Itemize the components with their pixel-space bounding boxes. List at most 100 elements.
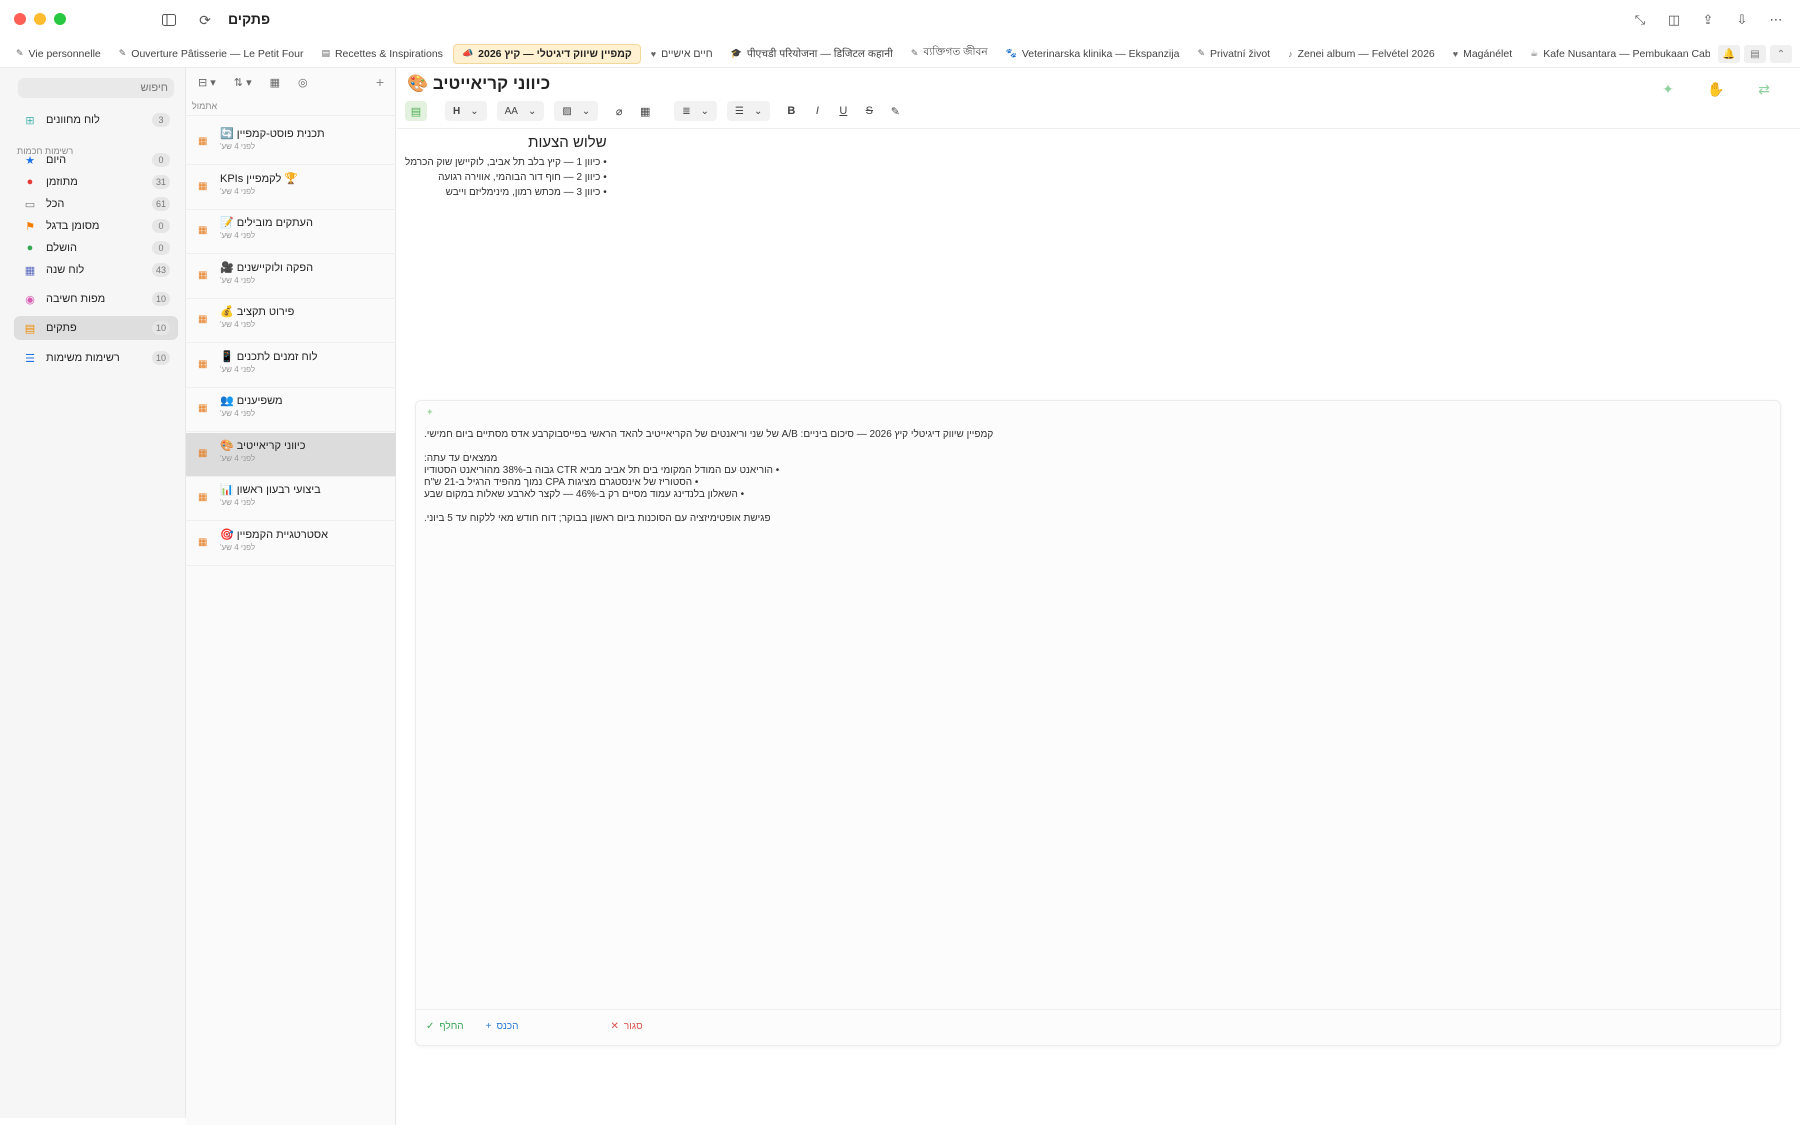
note-timestamp: לפני 4 שע'	[220, 142, 256, 151]
highlighter-icon[interactable]: ✎	[884, 101, 906, 121]
select-check-icon[interactable]: ◎	[298, 76, 308, 89]
align-dropdown[interactable]: ≣ ⌄	[674, 101, 717, 121]
add-note-icon[interactable]: +	[376, 74, 384, 90]
heading-dropdown[interactable]: H ⌄	[445, 101, 487, 121]
ai-line: פגישת אופטימיזציה עם הסוכנות ביום ראשון …	[424, 513, 771, 524]
sort-icon[interactable]: ⇅ ▾	[234, 76, 252, 89]
sidebar-item-0[interactable]: ⊞ לוח מחוונים 3	[14, 108, 178, 132]
tab-4[interactable]: ♥ חיים אישיים	[643, 45, 721, 63]
table-icon[interactable]: ▦	[634, 101, 656, 121]
tab-5[interactable]: 🎓 पीएचडी परियोजना — डिजिटल कहानी	[723, 44, 901, 64]
split-view-icon[interactable]: ◫	[1664, 10, 1684, 30]
sidebar-item-2[interactable]: ● מתוזמן 31	[14, 170, 178, 194]
ai-tools: ✦ ✋ ⇄	[1646, 76, 1786, 102]
note-list-item[interactable]: ▦ משפיענים 👥 לפני 4 שע'	[186, 388, 396, 432]
sync-icon[interactable]: ⟳	[194, 10, 216, 30]
tab-icon: ☕	[1530, 48, 1539, 58]
underline-icon[interactable]: U	[832, 101, 854, 121]
download-icon[interactable]: ⇩	[1732, 10, 1752, 30]
sidebar-item-8[interactable]: ▤ פתקים 10	[14, 316, 178, 340]
hand-icon[interactable]: ✋	[1694, 76, 1738, 102]
fullscreen-icon[interactable]: ⤡	[1630, 10, 1650, 30]
share-icon[interactable]: ⇪	[1698, 10, 1718, 30]
note-list-item[interactable]: ▦ אסטרטגיית הקמפיין 🎯 לפני 4 שע'	[186, 522, 396, 566]
sidebar-item-label: פתקים	[46, 322, 77, 334]
tab-label: पीएचडी परियोजना — डिजिटल कहानी	[746, 47, 893, 60]
insert-button[interactable]: + הכנס	[486, 1021, 519, 1032]
minimize-window-button[interactable]	[34, 13, 46, 25]
title-bar: ⟳ פתקים ⤡ ◫ ⇪ ⇩ ⋯	[0, 0, 1800, 40]
tab-overview-icon[interactable]: ▤	[1744, 45, 1766, 63]
close-button[interactable]: ✕ סגור	[611, 1021, 643, 1032]
image-dropdown[interactable]: ▨ ⌄	[554, 101, 599, 121]
sidebar-item-9[interactable]: ☰ רשימות משימות 10	[14, 346, 178, 370]
note-list-item[interactable]: ▦ הפקה ולוקיישנים 🎥 לפני 4 שע'	[186, 255, 396, 299]
traffic-lights	[14, 13, 66, 25]
font-size-dropdown[interactable]: AA ⌄	[496, 101, 545, 121]
more-menu-icon[interactable]: ⋯	[1766, 10, 1786, 30]
italic-icon[interactable]: I	[806, 101, 828, 121]
note-list-item[interactable]: ▦ לוח זמנים לתכנים 📱 לפני 4 שע'	[186, 344, 396, 388]
tab-8[interactable]: ✎ Privatní život	[1189, 45, 1278, 63]
sidebar-item-icon: ●	[26, 176, 34, 188]
tab-9[interactable]: ♪ Zenei album — Felvétel 2026	[1280, 45, 1443, 63]
sidebar-item-7[interactable]: ◉ מפות חשיבה 10	[14, 287, 178, 311]
note-calendar-icon: ▦	[198, 225, 208, 236]
note-list-item[interactable]: ▦ פירוט תקציב 💰 לפני 4 שע'	[186, 299, 396, 343]
note-title[interactable]: כיווני קריאייטיב 🎨	[407, 74, 550, 94]
note-list-item[interactable]: ▦ כיווני קריאייטיב 🎨 לפני 4 שע'	[186, 432, 396, 477]
group-icon[interactable]: ▦	[270, 76, 280, 89]
sparkle-icon[interactable]: ✦	[1646, 76, 1690, 102]
note-calendar-icon: ▦	[198, 314, 208, 325]
sidebar-item-4[interactable]: ⚑ מסומן בדגל 0	[14, 214, 178, 238]
note-list-item[interactable]: ▦ תכנית פוסט-קמפיין 🔄 לפני 4 שע'	[186, 121, 396, 165]
ai-line: • הוריאנט עם המודל המקומי בים תל אביב מב…	[424, 465, 780, 476]
note-list-item[interactable]: ▦ העתקים מובילים 📝 לפני 4 שע'	[186, 210, 396, 254]
bold-icon[interactable]: B	[780, 101, 802, 121]
note-timestamp: לפני 4 שע'	[220, 453, 256, 463]
tab-7[interactable]: 🐾 Veterinarska klinika — Ekspanzija	[998, 45, 1188, 63]
tab-3[interactable]: 📣 קמפיין שיווק דיגיטלי — קיץ 2026	[452, 43, 641, 64]
note-calendar-icon: ▦	[198, 447, 208, 459]
note-list-item[interactable]: ▦ ביצועי רבעון ראשון 📊 לפני 4 שע'	[186, 477, 396, 521]
replace-button[interactable]: ✓ החלף	[426, 1021, 464, 1032]
translate-icon[interactable]: ⇄	[1742, 76, 1786, 102]
tab-0[interactable]: ✎ Vie personnelle	[8, 45, 109, 63]
chevron-up-icon[interactable]: ⌃	[1770, 45, 1792, 63]
tab-10[interactable]: ♥ Magánélet	[1445, 45, 1520, 63]
note-calendar-icon: ▦	[198, 269, 208, 281]
sidebar-item-label: מסומן בדגל	[46, 220, 100, 232]
tab-label: Magánélet	[1463, 47, 1513, 60]
tab-6[interactable]: ✎ ব্যক্তিগত জীবন	[903, 42, 996, 65]
check-icon: ✓	[426, 1021, 435, 1032]
ai-line-gap	[424, 441, 1764, 453]
view-options-icon[interactable]: ⊟ ▾	[198, 76, 216, 89]
sidebar-item-icon: ⊞	[25, 114, 35, 127]
tab-strip-controls: 🔔 ▤ ⌃	[1710, 40, 1800, 67]
document-mode-icon[interactable]: ▤	[405, 101, 427, 121]
strikethrough-icon[interactable]: S	[858, 101, 880, 121]
zoom-window-button[interactable]	[54, 13, 66, 25]
tab-2[interactable]: ▤ Recettes & Inspirations	[313, 45, 450, 63]
note-timestamp: לפני 4 שע'	[220, 364, 256, 374]
sidebar-item-3[interactable]: ▭ הכל 61	[14, 192, 178, 216]
sidebar-toggle-icon[interactable]	[158, 10, 180, 30]
note-timestamp: לפני 4 שע'	[220, 498, 256, 507]
tab-1[interactable]: ✎ Ouverture Pâtisserie — Le Petit Four	[111, 45, 312, 63]
search-input[interactable]	[18, 78, 174, 98]
sidebar-item-5[interactable]: ● הושלם 0	[14, 236, 178, 260]
sidebar-item-6[interactable]: ▦ לוח שנה 43	[14, 258, 178, 282]
close-icon: ✕	[610, 1021, 619, 1032]
plus-icon: +	[485, 1021, 492, 1032]
close-window-button[interactable]	[14, 13, 26, 25]
note-body[interactable]: שלוש הצעות • כיוון 1 — קיץ בלב תל אביב, …	[405, 134, 607, 200]
note-list-item[interactable]: ▦ KPIs לקמפיין 🏆 לפני 4 שע'	[186, 166, 396, 210]
sidebar-item-count: 10	[151, 292, 170, 306]
ai-result-text: קמפיין שיווק דיגיטלי קיץ 2026 — סיכום בי…	[424, 429, 1764, 525]
sidebar-item-icon: ⚑	[25, 220, 35, 233]
bell-icon[interactable]: 🔔	[1718, 45, 1740, 63]
note-title-text: אסטרטגיית הקמפיין 🎯	[220, 528, 328, 541]
attachment-icon[interactable]: ⌀	[608, 101, 630, 121]
list-dropdown[interactable]: ☰ ⌄	[726, 101, 771, 121]
body-list-item: • כיוון 2 — חוף דור הבוהמי, אווירה רגועה	[438, 172, 607, 183]
